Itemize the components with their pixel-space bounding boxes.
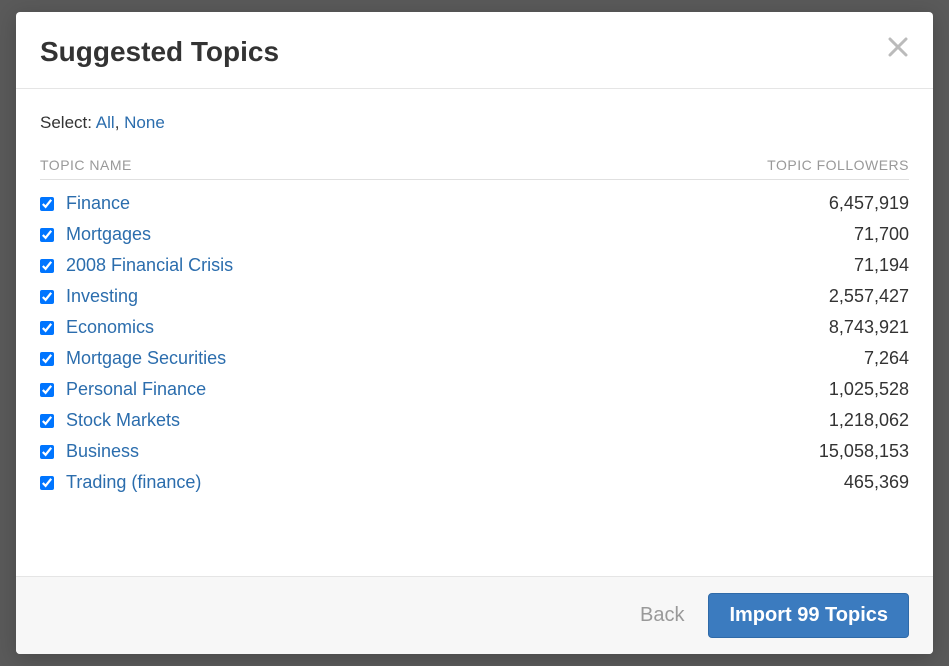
- select-label: Select:: [40, 113, 92, 132]
- modal-body: Select: All, None TOPIC NAME TOPIC FOLLO…: [16, 89, 933, 576]
- topic-followers: 71,700: [854, 224, 909, 245]
- topic-row: Economics8,743,921: [40, 312, 909, 343]
- select-none-link[interactable]: None: [124, 113, 165, 132]
- topic-followers: 1,218,062: [829, 410, 909, 431]
- topic-followers: 465,369: [844, 472, 909, 493]
- select-row: Select: All, None: [40, 113, 909, 133]
- topic-checkbox[interactable]: [40, 414, 54, 428]
- col-topic-name: TOPIC NAME: [40, 157, 132, 173]
- close-button[interactable]: [887, 36, 909, 58]
- topic-followers: 8,743,921: [829, 317, 909, 338]
- topic-followers: 15,058,153: [819, 441, 909, 462]
- modal-title: Suggested Topics: [40, 36, 279, 68]
- topic-row: Business15,058,153: [40, 436, 909, 467]
- topic-checkbox[interactable]: [40, 290, 54, 304]
- topic-name-link[interactable]: Personal Finance: [66, 379, 829, 400]
- close-icon: [887, 36, 909, 58]
- topic-followers: 1,025,528: [829, 379, 909, 400]
- table-header: TOPIC NAME TOPIC FOLLOWERS: [40, 157, 909, 180]
- topic-list: Finance6,457,919Mortgages71,7002008 Fina…: [40, 188, 909, 498]
- topic-name-link[interactable]: Mortgage Securities: [66, 348, 864, 369]
- topic-row: Stock Markets1,218,062: [40, 405, 909, 436]
- topic-name-link[interactable]: Trading (finance): [66, 472, 844, 493]
- back-button[interactable]: Back: [636, 598, 688, 633]
- modal-footer: Back Import 99 Topics: [16, 576, 933, 654]
- topic-name-link[interactable]: Stock Markets: [66, 410, 829, 431]
- topic-checkbox[interactable]: [40, 383, 54, 397]
- topic-name-link[interactable]: Economics: [66, 317, 829, 338]
- topic-checkbox[interactable]: [40, 259, 54, 273]
- topic-followers: 7,264: [864, 348, 909, 369]
- topic-name-link[interactable]: Investing: [66, 286, 829, 307]
- topic-checkbox[interactable]: [40, 352, 54, 366]
- topic-followers: 6,457,919: [829, 193, 909, 214]
- import-button[interactable]: Import 99 Topics: [708, 593, 909, 638]
- topic-row: 2008 Financial Crisis71,194: [40, 250, 909, 281]
- topic-checkbox[interactable]: [40, 228, 54, 242]
- topic-followers: 71,194: [854, 255, 909, 276]
- col-topic-followers: TOPIC FOLLOWERS: [767, 157, 909, 173]
- topic-row: Mortgages71,700: [40, 219, 909, 250]
- modal-header: Suggested Topics: [16, 12, 933, 89]
- topic-row: Investing2,557,427: [40, 281, 909, 312]
- topic-checkbox[interactable]: [40, 197, 54, 211]
- topic-row: Trading (finance)465,369: [40, 467, 909, 498]
- topic-name-link[interactable]: Finance: [66, 193, 829, 214]
- topic-name-link[interactable]: Business: [66, 441, 819, 462]
- topic-name-link[interactable]: 2008 Financial Crisis: [66, 255, 854, 276]
- topic-name-link[interactable]: Mortgages: [66, 224, 854, 245]
- topic-checkbox[interactable]: [40, 445, 54, 459]
- topic-row: Personal Finance1,025,528: [40, 374, 909, 405]
- select-all-link[interactable]: All: [96, 113, 115, 132]
- suggested-topics-modal: Suggested Topics Select: All, None TOPIC…: [16, 12, 933, 654]
- topic-row: Mortgage Securities7,264: [40, 343, 909, 374]
- topic-checkbox[interactable]: [40, 321, 54, 335]
- topic-followers: 2,557,427: [829, 286, 909, 307]
- topic-row: Finance6,457,919: [40, 188, 909, 219]
- topic-checkbox[interactable]: [40, 476, 54, 490]
